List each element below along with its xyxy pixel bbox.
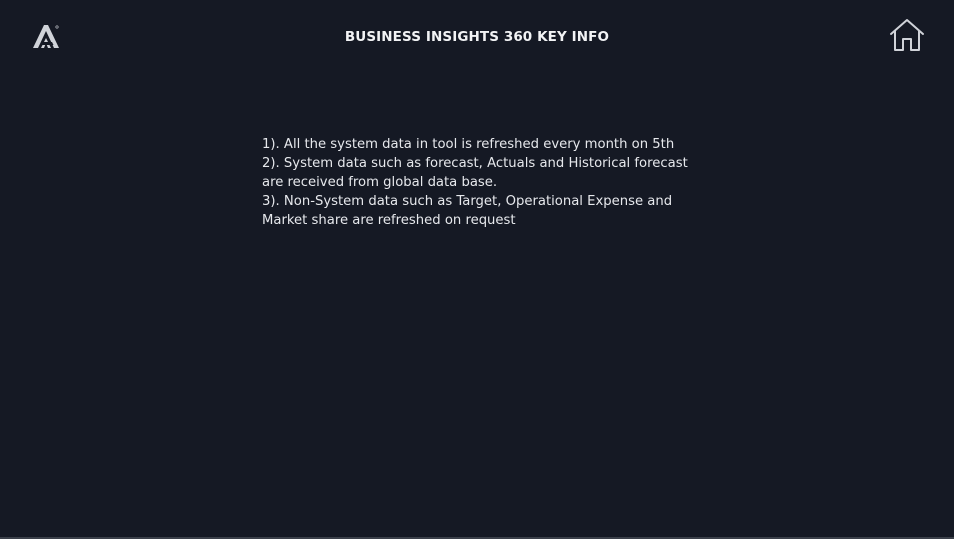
- key-info-item-3: 3). Non-System data such as Target, Oper…: [262, 194, 673, 228]
- home-icon[interactable]: [888, 18, 926, 52]
- key-info-list: 1). All the system data in tool is refre…: [262, 135, 707, 230]
- key-info-item-1: 1). All the system data in tool is refre…: [262, 137, 675, 152]
- key-info-item-2: 2). System data such as forecast, Actual…: [262, 156, 688, 190]
- page-title: BUSINESS INSIGHTS 360 KEY INFO: [344, 29, 610, 45]
